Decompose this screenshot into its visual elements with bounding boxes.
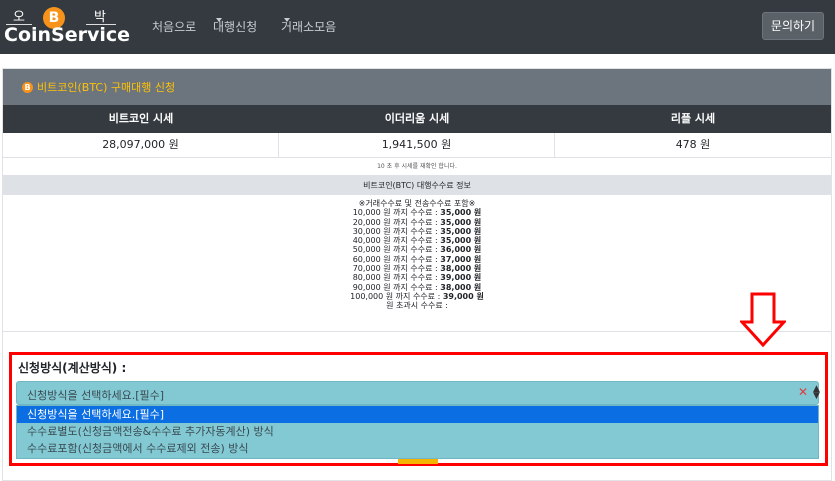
fee-amount: 35,000 원 <box>440 236 482 246</box>
card-header: B 비트코인(BTC) 구매대행 신청 <box>3 69 831 105</box>
method-select[interactable]: 신청방식을 선택하세요.[필수] ✕ ▲ ▼ <box>16 381 820 405</box>
fee-note: ※거래수수료 및 전송수수료 포함※ <box>358 199 476 208</box>
chevron-down-icon <box>216 18 222 22</box>
price-header-xrp: 리플 시세 <box>670 112 716 125</box>
fee-limit: 50,000 원 까지 수수료 : <box>352 245 438 255</box>
fee-list: ※거래수수료 및 전송수수료 포함※ 10,000 원 까지 수수료 : 35,… <box>3 199 831 331</box>
logo-name: CoinService <box>4 24 131 46</box>
fee-row: 10,000 원 까지 수수료 : 35,000 원 <box>3 208 831 217</box>
method-option-fee-separate[interactable]: 수수료별도(신청금액전송&수수료 추가자동계산) 방식 <box>17 423 818 440</box>
fee-limit: 10,000 원 까지 수수료 : <box>352 208 438 218</box>
refresh-note: 10 초 후 시세를 재확인 합니다. <box>3 158 831 176</box>
method-label: 신청방식(계산방식) : <box>18 361 127 375</box>
fee-over: 원 초과시 수수료 : <box>386 301 448 311</box>
nav-link-home-label: 처음으로 <box>152 20 197 34</box>
inquiry-button[interactable]: 문의하기 <box>762 12 824 40</box>
bitcoin-icon: B <box>22 82 33 93</box>
price-eth: 1,941,500 원 <box>279 133 555 157</box>
method-select-value: 신청방식을 선택하세요.[필수] <box>27 389 165 402</box>
divider <box>3 331 831 332</box>
fee-row: 90,000 원 까지 수수료 : 38,000 원 <box>3 283 831 292</box>
fee-limit: 40,000 원 까지 수수료 : <box>352 236 438 246</box>
fee-amount: 37,000 원 <box>440 254 482 264</box>
fee-row: 20,000 원 까지 수수료 : 35,000 원 <box>3 218 831 227</box>
logo-top-left: 오 <box>13 10 25 25</box>
fee-limit: 100,000 원 까지 수수료 : <box>350 291 441 301</box>
sort-arrows-icon: ▲ ▼ <box>813 384 820 401</box>
fee-limit: 70,000 원 까지 수수료 : <box>352 264 438 274</box>
fee-amount: 39,000 원 <box>440 273 482 283</box>
fee-title: 비트코인(BTC) 대행수수료 정보 <box>3 176 831 195</box>
fee-limit: 80,000 원 까지 수수료 : <box>352 273 438 283</box>
method-dropdown: 신청방식을 선택하세요.[필수] 수수료별도(신청금액전송&수수료 추가자동계산… <box>16 405 819 459</box>
fee-amount: 36,000 원 <box>440 245 482 255</box>
clear-icon[interactable]: ✕ <box>798 385 808 399</box>
fee-row: 60,000 원 까지 수수료 : 37,000 원 <box>3 255 831 264</box>
method-option-placeholder[interactable]: 신청방식을 선택하세요.[필수] <box>17 406 818 423</box>
price-table-row: 28,097,000 원 1,941,500 원 478 원 <box>3 133 831 158</box>
submit-button-partial[interactable] <box>398 459 438 464</box>
fee-limit: 30,000 원 까지 수수료 : <box>352 226 438 236</box>
fee-amount: 39,000 원 <box>442 291 484 301</box>
fee-limit: 20,000 원 까지 수수료 : <box>352 217 438 227</box>
fee-row: 30,000 원 까지 수수료 : 35,000 원 <box>3 227 831 236</box>
price-btc: 28,097,000 원 <box>3 133 279 157</box>
chevron-down-icon <box>284 18 290 22</box>
fee-amount: 35,000 원 <box>440 226 482 236</box>
fee-amount: 38,000 원 <box>440 282 482 292</box>
price-header-eth: 이더리움 시세 <box>384 112 450 125</box>
price-header-btc: 비트코인 시세 <box>108 112 174 125</box>
fee-row: 70,000 원 까지 수수료 : 38,000 원 <box>3 264 831 273</box>
fee-amount: 35,000 원 <box>440 208 482 218</box>
arrow-down-icon <box>740 292 786 348</box>
top-navbar: 오 B 박 CoinService 처음으로 대행신청 거래소모음 문의하기 <box>0 0 835 54</box>
fee-amount: 38,000 원 <box>440 264 482 274</box>
site-logo[interactable]: 오 B 박 CoinService <box>4 4 130 48</box>
fee-amount: 35,000 원 <box>440 217 482 227</box>
price-xrp: 478 원 <box>675 138 711 151</box>
logo-top-right: 박 <box>94 10 106 25</box>
fee-limit: 90,000 원 까지 수수료 : <box>352 282 438 292</box>
price-table-header: 비트코인 시세 이더리움 시세 리플 시세 <box>3 105 831 133</box>
fee-limit: 60,000 원 까지 수수료 : <box>352 254 438 264</box>
method-option-fee-included[interactable]: 수수료포함(신청금액에서 수수료제외 전송) 방식 <box>17 440 818 457</box>
fee-row: 80,000 원 까지 수수료 : 39,000 원 <box>3 273 831 282</box>
fee-row: 50,000 원 까지 수수료 : 36,000 원 <box>3 245 831 254</box>
fee-row: 100,000 원 까지 수수료 : 39,000 원 <box>3 292 831 301</box>
card-title: 비트코인(BTC) 구매대행 신청 <box>37 81 176 94</box>
logo-top: 오 B 박 <box>4 4 120 29</box>
